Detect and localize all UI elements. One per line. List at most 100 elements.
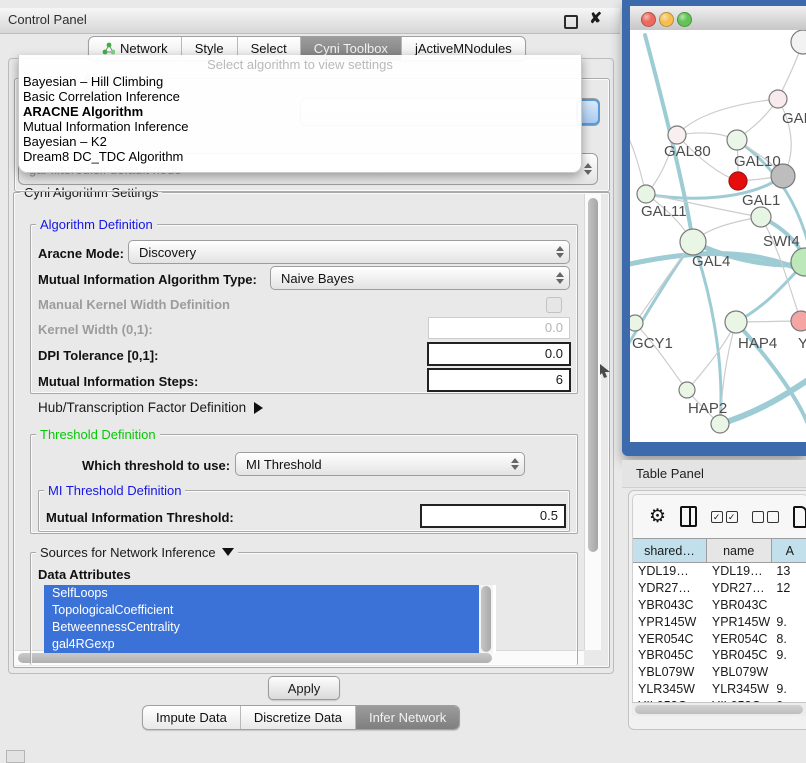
attribute-item-selected[interactable]: BetweennessCentrality bbox=[44, 619, 485, 636]
network-node[interactable] bbox=[725, 311, 747, 333]
table-cell: YPR145W bbox=[633, 615, 707, 629]
table-cell: YBR043C bbox=[707, 598, 772, 612]
table-cell: YBR043C bbox=[633, 598, 707, 612]
tab-discretize-data[interactable]: Discretize Data bbox=[240, 706, 355, 729]
network-node[interactable] bbox=[769, 90, 787, 108]
mi-threshold-label: Mutual Information Threshold: bbox=[46, 510, 234, 525]
attribute-item-selected[interactable]: gal4RGexp bbox=[44, 636, 485, 653]
network-node[interactable] bbox=[668, 126, 686, 144]
network-node[interactable] bbox=[711, 415, 729, 433]
document-icon[interactable] bbox=[793, 506, 806, 528]
algorithm-definition-title: Algorithm Definition bbox=[36, 217, 157, 232]
mi-threshold-group-title: MI Threshold Definition bbox=[44, 483, 185, 498]
network-node[interactable] bbox=[791, 30, 806, 54]
close-icon[interactable]: ✘ bbox=[589, 9, 602, 27]
network-node[interactable] bbox=[791, 311, 806, 331]
table-cell: 12 bbox=[771, 581, 806, 595]
mi-steps-label: Mutual Information Steps: bbox=[38, 374, 198, 389]
node-table[interactable]: shared…nameAYDL19…YDL19…13YDR27…YDR27…12… bbox=[632, 538, 806, 702]
network-node[interactable] bbox=[630, 315, 643, 331]
network-node[interactable] bbox=[729, 172, 747, 190]
table-cell: YLR345W bbox=[707, 682, 772, 696]
checked-boxes-icon[interactable]: ✓✓ bbox=[711, 511, 738, 523]
minimize-traffic-light[interactable] bbox=[659, 12, 674, 27]
hub-definition-label: Hub/Transcription Factor Definition bbox=[38, 400, 246, 415]
tab-label: Style bbox=[195, 41, 224, 56]
table-cell: YBR045C bbox=[707, 648, 772, 662]
network-node[interactable] bbox=[727, 130, 747, 150]
table-header-row: shared…nameA bbox=[633, 538, 806, 563]
network-canvas[interactable]: GALGAL80GAL10GAL1GAL11SWI4GAL4GCY1HAP4YH… bbox=[630, 30, 806, 442]
unchecked-boxes-icon[interactable] bbox=[752, 511, 779, 523]
algorithm-option[interactable]: Basic Correlation Inference bbox=[19, 89, 581, 104]
node-label: Y bbox=[798, 335, 806, 352]
table-row[interactable]: YER054CYER054C8. bbox=[633, 630, 806, 647]
table-row[interactable]: YDL19…YDL19…13 bbox=[633, 563, 806, 580]
table-row[interactable]: YDR27…YDR27…12 bbox=[633, 580, 806, 597]
algorithm-option[interactable]: Bayesian – K2 bbox=[19, 134, 581, 149]
table-cell: YBL079W bbox=[707, 665, 772, 679]
which-threshold-label: Which threshold to use: bbox=[82, 458, 230, 473]
apply-button[interactable]: Apply bbox=[268, 676, 340, 700]
manual-kernel-checkbox[interactable] bbox=[546, 297, 562, 313]
table-toolbar: ⚙ ✓✓ bbox=[632, 494, 806, 538]
network-node[interactable] bbox=[791, 248, 806, 276]
threshold-definition-title: Threshold Definition bbox=[36, 427, 160, 442]
sources-group-title[interactable]: Sources for Network Inference bbox=[36, 545, 238, 560]
dpi-tolerance-field[interactable]: 0.0 bbox=[427, 342, 571, 366]
aracne-mode-value: Discovery bbox=[139, 245, 196, 260]
kernel-width-field[interactable]: 0.0 bbox=[428, 317, 570, 339]
algorithm-option[interactable]: Dream8 DC_TDC Algorithm bbox=[19, 149, 581, 164]
column-header[interactable]: shared… bbox=[633, 539, 707, 562]
table-row[interactable]: YBR043CYBR043C bbox=[633, 597, 806, 614]
float-icon[interactable] bbox=[564, 15, 578, 29]
columns-icon[interactable] bbox=[680, 506, 697, 527]
hub-definition-toggle[interactable]: Hub/Transcription Factor Definition bbox=[38, 400, 263, 415]
zoom-traffic-light[interactable] bbox=[677, 12, 692, 27]
aracne-mode-combobox[interactable]: Discovery bbox=[128, 240, 570, 264]
table-row[interactable]: YBR045CYBR045C9. bbox=[633, 647, 806, 664]
bottom-tab-bar: Impute DataDiscretize DataInfer Network bbox=[142, 705, 460, 730]
network-node[interactable] bbox=[680, 229, 706, 255]
network-window-titlebar[interactable] bbox=[630, 6, 806, 31]
algorithm-option[interactable]: Bayesian – Hill Climbing bbox=[19, 74, 581, 89]
table-hscrollbar[interactable] bbox=[632, 702, 806, 716]
attribute-item-selected[interactable]: SelfLoops bbox=[44, 585, 485, 602]
network-node[interactable] bbox=[679, 382, 695, 398]
table-row[interactable]: YLR345WYLR345W9. bbox=[633, 681, 806, 698]
table-hscrollbar-thumb[interactable] bbox=[635, 705, 803, 714]
mi-steps-field[interactable]: 6 bbox=[427, 368, 571, 392]
algorithm-dropdown-list: Select algorithm to view settings Bayesi… bbox=[18, 55, 582, 173]
gear-icon[interactable]: ⚙ bbox=[649, 507, 666, 526]
tab-impute-data[interactable]: Impute Data bbox=[143, 706, 240, 729]
expanded-arrow-icon bbox=[222, 548, 234, 556]
node-label: GAL4 bbox=[692, 253, 730, 270]
tab-infer-network[interactable]: Infer Network bbox=[355, 706, 459, 729]
table-row[interactable]: YBL079WYBL079W bbox=[633, 664, 806, 681]
algorithm-option[interactable]: Mutual Information Inference bbox=[19, 119, 581, 134]
table-row[interactable]: YPR145WYPR145W9. bbox=[633, 613, 806, 630]
tab-label: Select bbox=[251, 41, 287, 56]
mi-threshold-field[interactable]: 0.5 bbox=[420, 504, 566, 528]
network-node[interactable] bbox=[637, 185, 655, 203]
node-label: GAL80 bbox=[664, 143, 711, 160]
attributes-vscrollbar[interactable] bbox=[479, 585, 493, 653]
column-header[interactable]: name bbox=[707, 539, 772, 562]
settings-vscrollbar[interactable] bbox=[584, 194, 601, 650]
mi-type-combobox[interactable]: Naive Bayes bbox=[270, 266, 570, 290]
close-traffic-light[interactable] bbox=[641, 12, 656, 27]
chevron-updown-icon bbox=[556, 246, 564, 258]
which-threshold-combobox[interactable]: MI Threshold bbox=[235, 452, 525, 476]
attribute-item-selected[interactable]: TopologicalCoefficient bbox=[44, 602, 485, 619]
settings-vscrollbar-thumb[interactable] bbox=[588, 198, 598, 552]
which-threshold-value: MI Threshold bbox=[246, 457, 322, 472]
table-cell: YLR345W bbox=[633, 682, 707, 696]
column-header[interactable]: A bbox=[772, 539, 806, 562]
corner-grip[interactable] bbox=[6, 750, 25, 763]
algorithm-option[interactable]: ARACNE Algorithm bbox=[19, 104, 581, 119]
node-label: HAP2 bbox=[688, 400, 727, 417]
table-panel-titlebar: Table Panel bbox=[622, 460, 806, 488]
mi-type-label: Mutual Information Algorithm Type: bbox=[38, 272, 257, 287]
attributes-vscrollbar-thumb[interactable] bbox=[481, 586, 491, 652]
network-node[interactable] bbox=[751, 207, 771, 227]
